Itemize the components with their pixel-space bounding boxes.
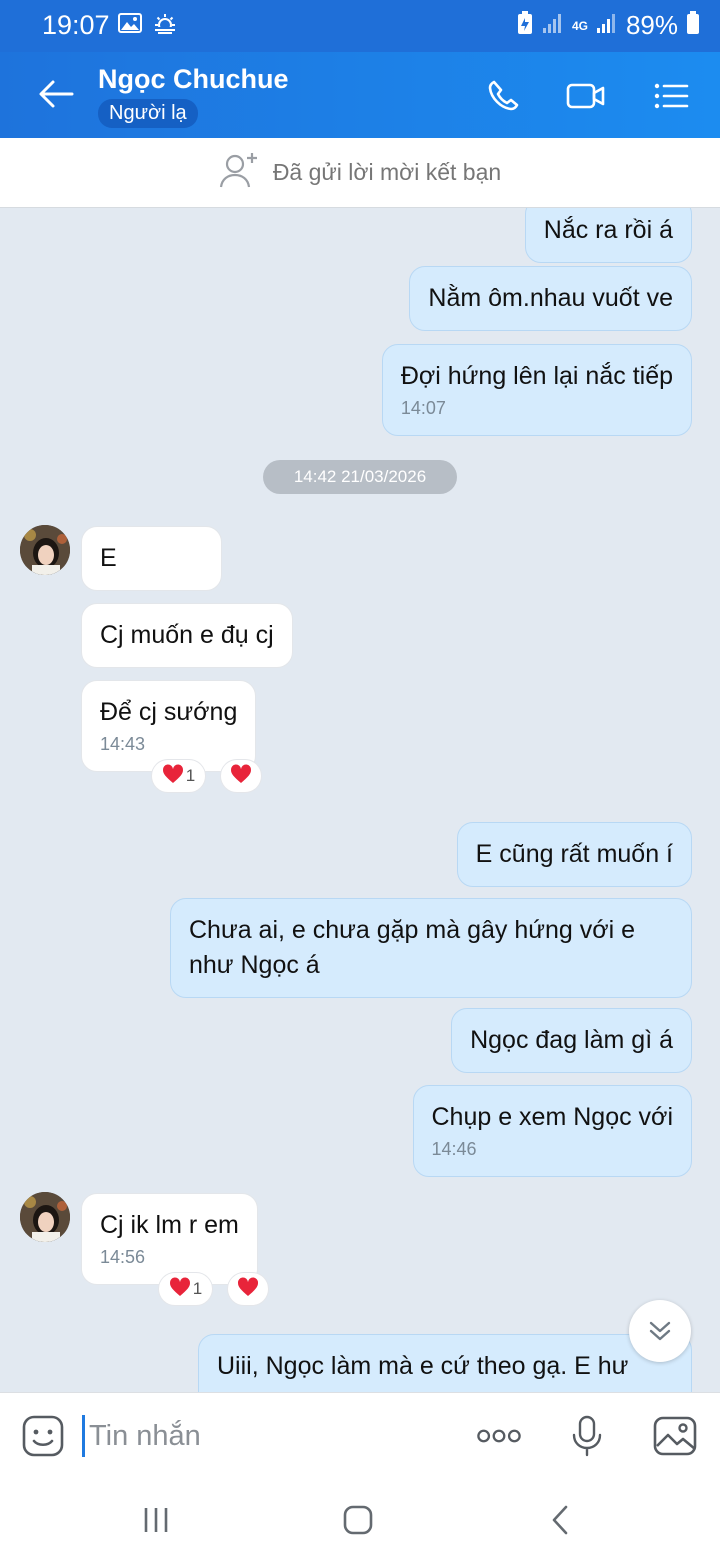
sticker-icon [22,1415,64,1457]
message-input[interactable] [82,1415,462,1457]
sticker-button[interactable] [20,1413,66,1459]
home-icon [343,1505,373,1535]
avatar[interactable] [20,525,70,575]
friend-request-bar: Đã gửi lời mời kết bạn [0,138,720,208]
message-list[interactable]: Nắc ra rồi á Nằm ôm.nhau vuốt ve Đợi hứn… [0,208,720,1392]
message-bubble[interactable]: Cj muốn e đụ cj [81,603,293,668]
react-heart-button[interactable] [227,1272,269,1306]
heart-icon [237,1276,259,1302]
message-bubble[interactable]: E [81,526,222,591]
image-icon [653,1416,697,1456]
stranger-badge: Người lạ [98,99,198,128]
status-bar: 19:07 4G 89% [0,0,720,52]
gallery-icon [118,13,142,38]
battery-icon [686,11,700,40]
scroll-to-bottom-button[interactable] [629,1300,691,1362]
react-heart-button[interactable] [220,759,262,793]
video-call-button[interactable] [566,76,606,116]
microphone-icon [572,1415,602,1457]
chat-header: Ngọc Chuchue Người lạ [0,52,720,138]
reaction-count: 1 [185,766,196,785]
message-bubble[interactable]: Chưa ai, e chưa gặp mà gây hứng với e nh… [170,898,692,998]
message-composer [0,1392,720,1478]
heart-icon [230,763,252,789]
message-bubble[interactable]: E cũng rất muốn í [456,822,692,887]
home-button[interactable] [336,1500,380,1540]
list-menu-icon [654,83,689,109]
heart-icon [169,1276,191,1302]
message-time: 14:07 [400,398,446,418]
phone-icon [488,80,519,111]
network-type-label: 4G [571,18,588,33]
date-divider: 14:42 21/03/2026 [263,460,457,494]
battery-percent: 89% [625,10,678,40]
system-back-button[interactable] [538,1500,582,1540]
signal-icon [542,12,564,39]
back-button[interactable] [36,74,76,114]
reaction-summary[interactable]: 1 [151,759,206,793]
reaction-summary[interactable]: 1 [158,1272,213,1306]
chevron-left-icon [552,1505,568,1535]
status-time: 19:07 [42,10,110,40]
message-time: 14:46 [431,1139,477,1159]
heart-icon [162,763,184,789]
message-bubble[interactable]: Đợi hứng lên lại nắc tiếp 14:07 [381,344,692,437]
double-chevron-down-icon [649,1321,671,1341]
add-friend-icon [219,151,259,195]
message-bubble[interactable]: Cj ik lm r em 14:56 [81,1193,258,1286]
menu-button[interactable] [651,76,691,116]
back-arrow-icon [39,80,74,108]
message-bubble[interactable]: Chụp e xem Ngọc với 14:46 [412,1085,692,1178]
battery-saver-icon [516,11,534,40]
message-time: 14:56 [100,1247,146,1267]
video-icon [566,83,605,109]
avatar[interactable] [20,1192,70,1242]
more-options-button[interactable] [476,1413,522,1459]
recent-apps-button[interactable] [134,1500,178,1540]
message-bubble[interactable]: Nằm ôm.nhau vuốt ve [409,266,692,331]
more-dots-icon [477,1429,521,1443]
message-bubble[interactable]: Uiii, Ngọc làm mà e cứ theo gạ. E hư [198,1334,692,1392]
weather-icon [152,12,178,39]
signal-icon-2 [596,12,618,39]
call-button[interactable] [483,76,523,116]
message-bubble[interactable]: Nắc ra rồi á [524,208,692,263]
friend-request-text: Đã gửi lời mời kết bạn [272,159,502,185]
contact-name[interactable]: Ngọc Chuchue [98,64,289,95]
gallery-button[interactable] [652,1413,698,1459]
message-bubble[interactable]: Ngọc đag làm gì á [451,1008,692,1073]
reaction-count: 1 [192,1279,203,1298]
recent-apps-icon [144,1508,168,1532]
message-time: 14:43 [100,734,146,754]
system-navigation-bar [0,1478,720,1560]
voice-message-button[interactable] [564,1413,610,1459]
